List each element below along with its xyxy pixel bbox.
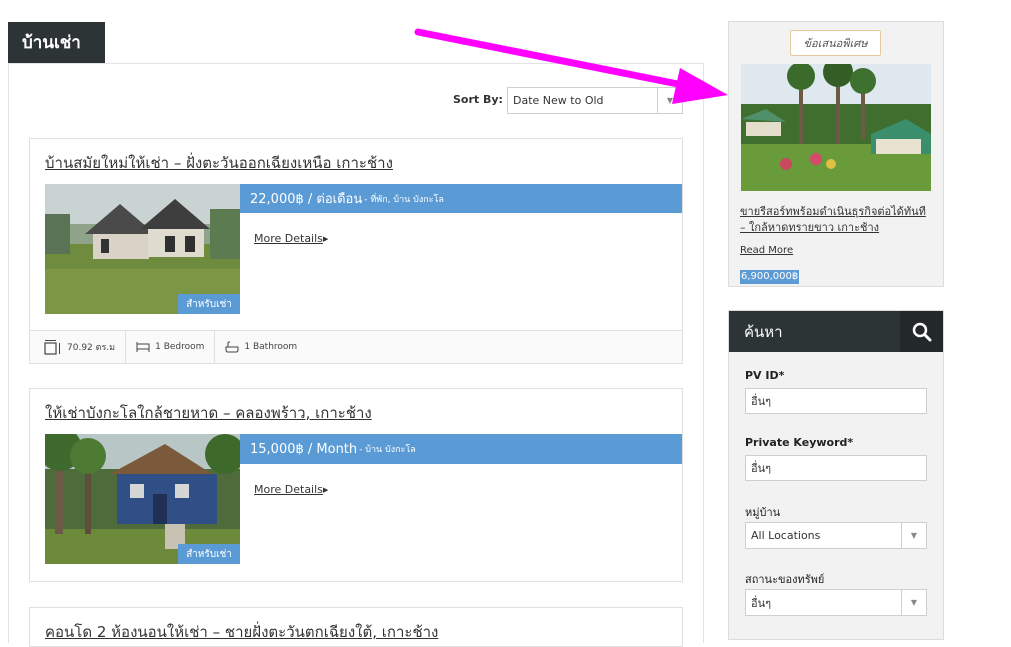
private-keyword-value: อื่นๆ	[751, 462, 772, 475]
search-icon	[912, 322, 931, 341]
chevron-down-icon: ▼	[901, 590, 926, 615]
listing-location: - ที่พัก, บ้าน บังกะโล	[364, 194, 444, 205]
property-status-value: อื่นๆ	[751, 596, 772, 610]
listing-bathrooms: 1 Bathroom	[244, 342, 298, 352]
location-select[interactable]: All Locations ▼	[745, 522, 927, 549]
special-offer-tag: ข้อเสนอพิเศษ	[790, 30, 881, 56]
status-badge: สำหรับเช่า	[178, 544, 240, 564]
more-details-link[interactable]: More Details	[254, 483, 323, 496]
listing-price: 22,000฿ / ต่อเดือน	[250, 192, 363, 207]
property-status-label: สถานะของทรัพย์	[745, 573, 825, 586]
search-title: ค้นหา	[729, 311, 900, 352]
listing-title[interactable]: บ้านสมัยใหม่ให้เช่า – ฝั่งตะวันออกเฉียงเ…	[45, 151, 393, 175]
caret-right-icon: ▶	[323, 486, 329, 494]
pv-id-value: อื่นๆ	[751, 395, 772, 408]
price-bar: 15,000฿ / Month - บ้าน บังกะโล	[240, 434, 682, 464]
annotation-arrow-icon	[414, 28, 728, 104]
bed-icon	[136, 342, 150, 352]
private-keyword-label: Private Keyword*	[745, 436, 854, 449]
status-badge: สำหรับเช่า	[178, 294, 240, 314]
caret-right-icon: ▶	[323, 235, 329, 243]
chevron-down-icon: ▼	[901, 523, 926, 548]
listing-meta: 70.92 ตร.ม 1 Bedroom 1 Bathroom	[30, 330, 682, 363]
listing-title[interactable]: ให้เช่าบังกะโลใกล้ชายหาด – คลองพร้าว, เก…	[45, 401, 372, 425]
offer-price: 6,900,000฿	[740, 270, 800, 284]
pv-id-label: PV ID*	[745, 369, 785, 382]
pv-id-input[interactable]: อื่นๆ	[745, 388, 927, 414]
offer-photo[interactable]	[741, 64, 931, 191]
listing-location: - บ้าน บังกะโล	[359, 445, 416, 455]
page-title: บ้านเช่า	[8, 22, 105, 63]
resort-photo	[741, 64, 931, 191]
search-button[interactable]	[900, 311, 943, 352]
offer-read-more[interactable]: Read More	[740, 245, 793, 256]
property-status-select[interactable]: อื่นๆ ▼	[745, 589, 927, 616]
listing-title[interactable]: คอนโด 2 ห้องนอนให้เช่า – ชายฝั่งตะวันตกเ…	[45, 620, 438, 644]
bath-icon	[225, 341, 239, 352]
location-label: หมู่บ้าน	[745, 506, 781, 519]
listing-bedrooms: 1 Bedroom	[155, 342, 205, 352]
private-keyword-input[interactable]: อื่นๆ	[745, 455, 927, 481]
price-bar: 22,000฿ / ต่อเดือน - ที่พัก, บ้าน บังกะโ…	[240, 184, 682, 213]
listing-area: 70.92 ตร.ม	[67, 343, 116, 353]
more-details-link[interactable]: More Details	[254, 232, 323, 245]
area-icon	[44, 340, 60, 355]
offer-title[interactable]: ขายรีสอร์ทพร้อมดำเนินธุรกิจต่อได้ทันที –…	[740, 204, 930, 236]
listing-price: 15,000฿ / Month	[250, 441, 358, 457]
location-select-value: All Locations	[751, 529, 821, 542]
